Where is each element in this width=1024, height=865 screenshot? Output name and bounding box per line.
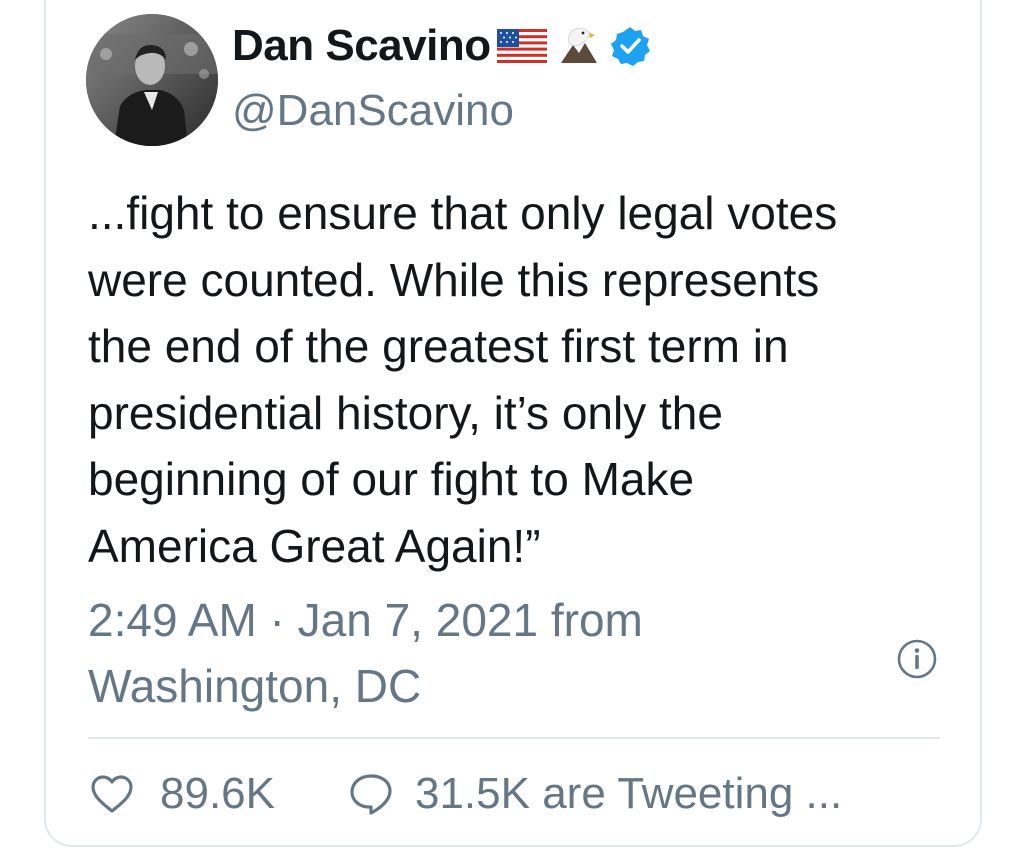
timestamp-line[interactable]: 2:49 AM · Jan 7, 2021 from (88, 587, 643, 653)
tweet-timestamp-location[interactable]: 2:49 AM · Jan 7, 2021 from Washington, D… (88, 587, 643, 719)
tweet-text-line: beginning of our fight to Make (88, 453, 695, 505)
tweet-actions: 89.6K 31.5K are Tweeting ... (88, 762, 842, 826)
avatar[interactable] (86, 14, 218, 146)
likes-count: 89.6K (160, 769, 275, 818)
location-line[interactable]: Washington, DC (88, 653, 643, 719)
eagle-emoji (560, 27, 597, 63)
author-handle[interactable]: @DanScavino (232, 86, 514, 136)
tweet-text-line: presidential history, it’s only the (88, 386, 723, 439)
comment-bubble-icon (350, 774, 392, 815)
verified-badge-icon (610, 27, 650, 66)
tweet-text: ...fight to ensure that only legal votes… (88, 180, 948, 579)
likes-button[interactable]: 89.6K (88, 769, 275, 819)
tweet-text-line: the end of the greatest first term in (88, 320, 789, 372)
author-name-row[interactable]: Dan Scavino (232, 18, 651, 74)
us-flag-emoji (496, 29, 547, 63)
tweet-text-line: were counted. While this represents (88, 253, 820, 306)
heart-icon (91, 775, 133, 813)
tweeting-button[interactable]: 31.5K are Tweeting ... (347, 769, 842, 819)
avatar-photo (86, 14, 218, 146)
tweet-text-line: America Great Again!” (88, 519, 541, 572)
tweet-text-line: ...fight to ensure that only legal votes (88, 187, 838, 239)
divider (88, 737, 940, 739)
info-icon[interactable] (896, 638, 938, 680)
display-name[interactable]: Dan Scavino (232, 21, 491, 71)
tweeting-count: 31.5K are Tweeting ... (414, 769, 843, 818)
